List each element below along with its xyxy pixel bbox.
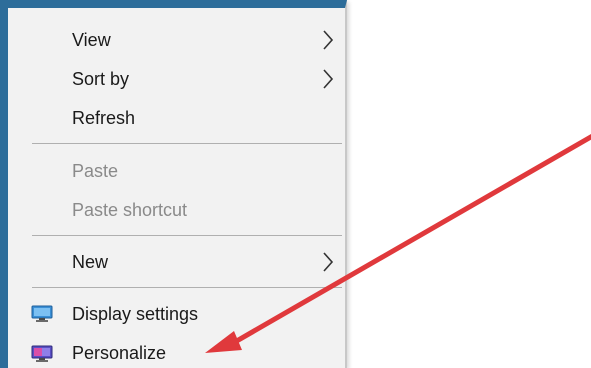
menu-item-view[interactable]: View — [8, 22, 345, 58]
menu-item-display-settings[interactable]: Display settings — [8, 296, 345, 332]
personalize-icon — [31, 345, 53, 362]
menu-item-label: Paste — [72, 160, 119, 181]
menu-item-label: Refresh — [72, 107, 136, 128]
menu-separator — [32, 287, 342, 288]
display-icon — [31, 305, 53, 322]
chevron-right-icon — [323, 30, 334, 50]
desktop-background: View Sort by Refresh Paste Paste shortcu… — [0, 0, 591, 368]
chevron-right-icon — [323, 69, 334, 89]
menu-item-label: View — [72, 29, 111, 50]
menu-separator — [32, 235, 342, 236]
desktop-context-menu: View Sort by Refresh Paste Paste shortcu… — [0, 0, 347, 368]
menu-separator — [32, 143, 342, 144]
menu-item-label: Paste shortcut — [72, 199, 188, 220]
chevron-right-icon — [323, 252, 334, 272]
menu-item-paste[interactable]: Paste — [8, 153, 345, 189]
menu-item-label: Personalize — [72, 342, 167, 363]
menu-item-paste-shortcut[interactable]: Paste shortcut — [8, 192, 345, 228]
menu-item-sort-by[interactable]: Sort by — [8, 61, 345, 97]
menu-item-label: New — [72, 251, 109, 272]
menu-item-label: Sort by — [72, 68, 130, 89]
menu-item-new[interactable]: New — [8, 244, 345, 280]
menu-item-label: Display settings — [72, 303, 199, 324]
menu-item-refresh[interactable]: Refresh — [8, 100, 345, 136]
menu-item-personalize[interactable]: Personalize — [8, 335, 345, 368]
